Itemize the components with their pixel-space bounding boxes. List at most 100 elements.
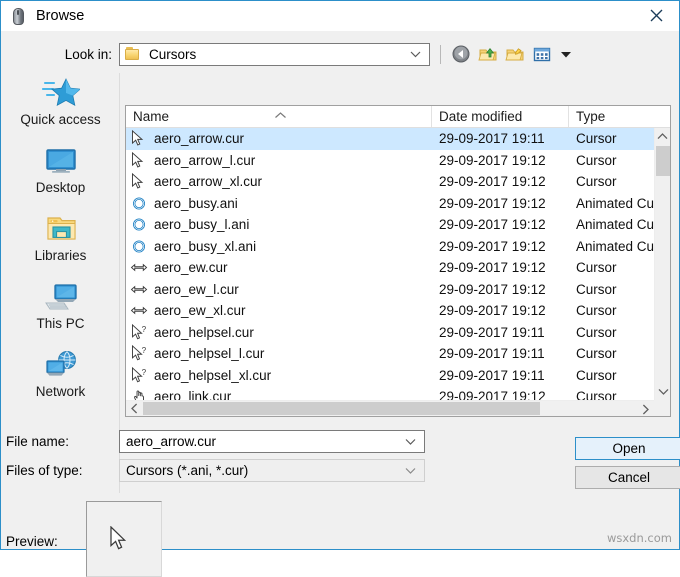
cursor-arrow-icon xyxy=(130,151,152,170)
views-button[interactable] xyxy=(532,44,554,65)
file-name-cell: aero_busy_l.ani xyxy=(126,215,432,234)
file-date-cell: 29-09-2017 19:11 xyxy=(432,325,569,340)
cancel-button[interactable]: Cancel xyxy=(575,466,680,489)
file-type-cell: Cursor xyxy=(569,260,661,275)
file-name-cell: aero_busy.ani xyxy=(126,194,432,213)
star-icon xyxy=(42,73,80,113)
folder-icon xyxy=(125,47,141,61)
monitor-icon xyxy=(42,141,80,181)
file-name-cell: aero_ew_xl.cur xyxy=(126,301,432,320)
scroll-right-icon[interactable] xyxy=(637,401,654,417)
file-type-cell: Cursor xyxy=(569,346,661,361)
file-name-text: aero_arrow.cur xyxy=(154,131,244,146)
cursor-arrow-icon xyxy=(109,526,129,557)
file-name-text: aero_busy_xl.ani xyxy=(154,239,256,254)
horizontal-scrollbar[interactable] xyxy=(126,400,654,416)
cursor-resize-ew-icon xyxy=(130,280,152,299)
sidebar-item-label: This PC xyxy=(36,316,84,331)
table-row[interactable]: ?aero_helpsel_xl.cur29-09-2017 19:11Curs… xyxy=(126,365,670,387)
file-type-cell: Cursor xyxy=(569,153,661,168)
table-row[interactable]: aero_busy.ani29-09-2017 19:12Animated Cu xyxy=(126,193,670,215)
sidebar-item-this-pc[interactable]: This PC xyxy=(2,277,119,345)
file-name-text: aero_ew_l.cur xyxy=(154,282,239,297)
cursor-help-icon: ? xyxy=(130,344,152,363)
chevron-down-icon[interactable] xyxy=(405,463,416,478)
create-new-folder-button[interactable] xyxy=(505,44,527,65)
file-name-text: aero_busy_l.ani xyxy=(154,217,249,232)
file-name-cell: ?aero_helpsel_l.cur xyxy=(126,344,432,363)
watermark: wsxdn.com xyxy=(607,531,672,545)
horizontal-scroll-thumb[interactable] xyxy=(143,402,540,415)
file-type-cell: Cursor xyxy=(569,282,661,297)
file-type-cell: Cursor xyxy=(569,368,661,383)
column-header-type[interactable]: Type xyxy=(569,106,655,127)
sidebar-item-network[interactable]: Network xyxy=(2,345,119,413)
sidebar-item-label: Libraries xyxy=(35,248,87,263)
scroll-left-icon[interactable] xyxy=(126,403,143,414)
table-row[interactable]: aero_arrow_l.cur29-09-2017 19:12Cursor xyxy=(126,150,670,172)
file-list-rows: aero_arrow.cur29-09-2017 19:11Cursoraero… xyxy=(126,128,670,416)
sidebar-item-label: Network xyxy=(36,384,86,399)
file-name-cell: aero_ew.cur xyxy=(126,258,432,277)
vertical-scroll-thumb[interactable] xyxy=(656,146,670,176)
look-in-row: Look in: Cursors xyxy=(1,39,679,69)
vertical-scrollbar[interactable] xyxy=(654,128,670,400)
sidebar-item-label: Quick access xyxy=(20,112,100,127)
table-row[interactable]: aero_arrow_xl.cur29-09-2017 19:12Cursor xyxy=(126,171,670,193)
file-type-cell: Animated Cu xyxy=(569,196,661,211)
cursor-help-icon: ? xyxy=(130,323,152,342)
sidebar-item-quick-access[interactable]: Quick access xyxy=(2,73,119,141)
file-type-label: Files of type: xyxy=(1,463,119,478)
open-button[interactable]: Open xyxy=(575,437,680,460)
file-date-cell: 29-09-2017 19:12 xyxy=(432,174,569,189)
file-type-cell: Cursor xyxy=(569,131,661,146)
file-type-combobox[interactable]: Cursors (*.ani, *.cur) xyxy=(119,459,425,482)
table-row[interactable]: aero_ew_xl.cur29-09-2017 19:12Cursor xyxy=(126,300,670,322)
window-title: Browse xyxy=(36,8,84,24)
table-row[interactable]: aero_ew_l.cur29-09-2017 19:12Cursor xyxy=(126,279,670,301)
svg-text:?: ? xyxy=(142,346,147,355)
svg-text:?: ? xyxy=(142,368,147,377)
libraries-folder-icon xyxy=(42,209,80,249)
navigation-toolbar xyxy=(440,44,572,65)
toolbar-separator xyxy=(440,45,441,64)
table-row[interactable]: ?aero_helpsel.cur29-09-2017 19:11Cursor xyxy=(126,322,670,344)
scroll-up-icon[interactable] xyxy=(655,128,670,145)
cursor-busy-ring-icon xyxy=(130,237,152,256)
computer-icon xyxy=(42,277,80,317)
close-icon[interactable] xyxy=(633,1,679,30)
file-name-cell: aero_ew_l.cur xyxy=(126,280,432,299)
file-name-cell: ?aero_helpsel_xl.cur xyxy=(126,366,432,385)
cursor-busy-ring-icon xyxy=(130,194,152,213)
column-header-date-modified[interactable]: Date modified xyxy=(432,106,569,127)
file-list[interactable]: Name Date modified Type aero_arrow.cur 29… xyxy=(125,105,671,417)
column-header-name[interactable]: Name xyxy=(126,106,432,127)
title-bar: Browse xyxy=(1,1,679,31)
sidebar-item-desktop[interactable]: Desktop xyxy=(2,141,119,209)
look-in-combobox[interactable]: Cursors xyxy=(119,43,430,66)
views-dropdown[interactable] xyxy=(559,44,572,64)
file-name-cell: aero_arrow.cur xyxy=(126,129,432,148)
cursor-resize-ew-icon xyxy=(130,301,152,320)
file-date-cell: 29-09-2017 19:12 xyxy=(432,260,569,275)
table-row[interactable]: aero_ew.cur29-09-2017 19:12Cursor xyxy=(126,257,670,279)
table-row[interactable]: aero_busy_xl.ani29-09-2017 19:12Animated… xyxy=(126,236,670,258)
file-name-input[interactable]: aero_arrow.cur xyxy=(119,430,425,453)
look-in-value: Cursors xyxy=(149,47,196,62)
file-name-text: aero_arrow_l.cur xyxy=(154,153,255,168)
cursor-arrow-icon xyxy=(130,129,152,148)
back-button[interactable] xyxy=(451,44,473,65)
sidebar-item-libraries[interactable]: Libraries xyxy=(2,209,119,277)
file-date-cell: 29-09-2017 19:11 xyxy=(432,131,569,146)
table-row[interactable]: aero_arrow.cur 29-09-2017 19:11Cursor xyxy=(126,128,670,150)
scroll-down-icon[interactable] xyxy=(655,383,671,400)
file-name-text: aero_ew_xl.cur xyxy=(154,303,246,318)
table-row[interactable]: aero_busy_l.ani29-09-2017 19:12Animated … xyxy=(126,214,670,236)
chevron-down-icon[interactable] xyxy=(405,434,416,449)
file-type-cell: Animated Cu xyxy=(569,217,661,232)
table-row[interactable]: ?aero_helpsel_l.cur29-09-2017 19:11Curso… xyxy=(126,343,670,365)
up-one-level-button[interactable] xyxy=(478,44,500,65)
file-date-cell: 29-09-2017 19:11 xyxy=(432,346,569,361)
file-date-cell: 29-09-2017 19:12 xyxy=(432,239,569,254)
file-name-text: aero_busy.ani xyxy=(154,196,238,211)
